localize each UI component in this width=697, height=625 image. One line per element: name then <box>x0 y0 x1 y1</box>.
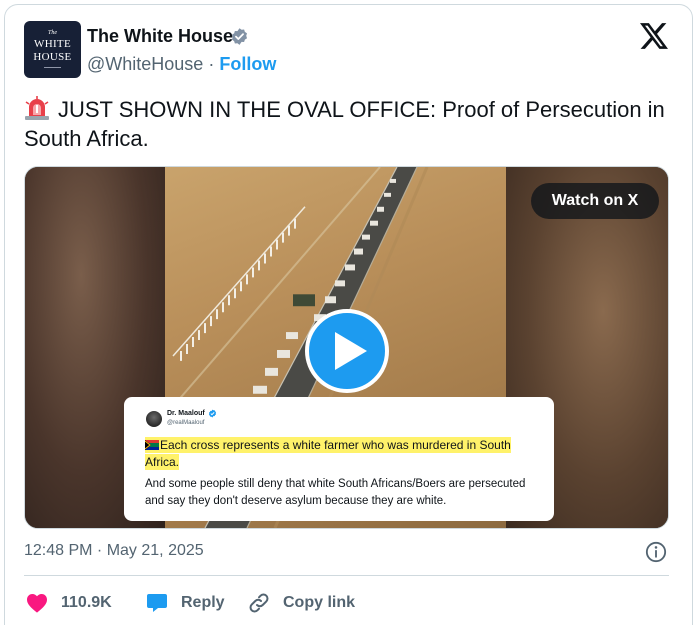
tweet-text: JUST SHOWN IN THE OVAL OFFICE: Proof of … <box>24 95 674 153</box>
avatar-rule <box>44 67 61 68</box>
avatar-text-white: WHITE <box>34 38 71 50</box>
account-name[interactable]: The White House <box>87 26 233 47</box>
reply-label: Reply <box>181 594 225 611</box>
tweet-card: The WHITE HOUSE The White House @WhiteHo… <box>4 4 693 625</box>
embedded-highlight-text-2: Africa. <box>145 454 180 470</box>
south-africa-flag-icon <box>145 440 159 450</box>
account-handle[interactable]: @WhiteHouse <box>87 54 203 74</box>
embedded-post-overlay: Dr. Maalouf @realMaalouf Each cross repr… <box>124 397 554 521</box>
copy-link-button[interactable]: Copy link <box>247 589 355 617</box>
handle-row: @WhiteHouse · Follow <box>87 54 276 75</box>
avatar-text-house: HOUSE <box>33 51 72 63</box>
embedded-author-name: Dr. Maalouf <box>167 410 205 417</box>
embedded-post-body: And some people still deny that white So… <box>145 478 526 507</box>
separator-dot: · <box>208 54 215 74</box>
heart-icon <box>27 594 47 613</box>
embedded-highlight-text-1: Each cross represents a white farmer who… <box>160 438 511 452</box>
follow-button[interactable]: Follow <box>219 54 276 74</box>
footer-divider <box>24 575 669 576</box>
x-logo-icon[interactable] <box>640 23 668 49</box>
embedded-author-avatar <box>146 411 162 427</box>
link-icon <box>249 593 269 613</box>
watch-on-x-button[interactable]: Watch on X <box>531 183 659 219</box>
avatar[interactable]: The WHITE HOUSE <box>24 21 81 78</box>
embedded-verified-badge-icon <box>208 409 217 418</box>
tweet-text-body: JUST SHOWN IN THE OVAL OFFICE: Proof of … <box>24 97 665 151</box>
like-count: 110.9K <box>61 594 112 611</box>
reply-button[interactable]: Reply <box>145 589 225 617</box>
avatar-text-the: The <box>48 30 57 36</box>
play-button[interactable] <box>305 309 389 393</box>
reply-bubble-icon <box>147 594 167 612</box>
embedded-author-handle: @realMaalouf <box>167 420 205 426</box>
like-button[interactable]: 110.9K <box>25 589 112 617</box>
embedded-highlight-line-2: Africa. <box>145 454 180 470</box>
info-icon[interactable] <box>645 541 667 563</box>
timestamp[interactable]: 12:48 PM · May 21, 2025 <box>24 542 204 560</box>
video-player[interactable]: Watch on X Dr. Maalouf @realMaalouf Each… <box>24 166 669 529</box>
embedded-highlight-line-1: Each cross represents a white farmer who… <box>145 437 511 453</box>
play-icon <box>335 332 367 370</box>
rotating-light-icon <box>25 96 49 120</box>
copy-link-label: Copy link <box>283 594 356 611</box>
verified-badge-icon <box>231 28 248 45</box>
